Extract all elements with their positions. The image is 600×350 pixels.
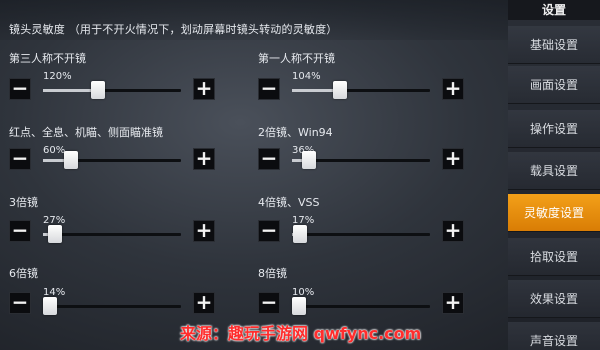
decrease-button-first-person[interactable]: −	[258, 78, 280, 100]
slider-4x-scope[interactable]	[292, 225, 430, 243]
sidebar-item-controls[interactable]: 操作设置	[508, 110, 600, 148]
minus-icon: −	[260, 76, 278, 100]
increase-button-2x-scope[interactable]: +	[442, 148, 464, 170]
minus-icon: −	[11, 146, 29, 170]
plus-icon: +	[195, 146, 213, 170]
sidebar-item-effects[interactable]: 效果设置	[508, 280, 600, 318]
sidebar-item-sensitivity[interactable]: 灵敏度设置	[508, 194, 600, 232]
plus-icon: +	[444, 218, 462, 242]
sidebar-header: 设置	[508, 0, 600, 20]
slider-handle[interactable]	[302, 151, 316, 169]
decrease-button-8x-scope[interactable]: −	[258, 292, 280, 314]
slider-label-first-person: 第一人称不开镜	[258, 52, 335, 65]
slider-8x-scope[interactable]	[292, 297, 430, 315]
plus-icon: +	[195, 290, 213, 314]
increase-button-third-person[interactable]: +	[193, 78, 215, 100]
source-watermark: 来源：趣玩手游网 qwfync.com	[180, 324, 422, 343]
slider-label-2x-scope: 2倍镜、Win94	[258, 126, 333, 139]
minus-icon: −	[260, 218, 278, 242]
slider-first-person[interactable]	[292, 81, 430, 99]
slider-handle[interactable]	[91, 81, 105, 99]
slider-value-third-person: 120%	[43, 71, 72, 82]
decrease-button-6x-scope[interactable]: −	[9, 292, 31, 314]
slider-red-dot[interactable]	[43, 151, 181, 169]
sidebar-item-pickup[interactable]: 拾取设置	[508, 238, 600, 276]
slider-handle[interactable]	[293, 225, 307, 243]
increase-button-first-person[interactable]: +	[442, 78, 464, 100]
slider-label-3x-scope: 3倍镜	[9, 196, 38, 209]
increase-button-8x-scope[interactable]: +	[442, 292, 464, 314]
slider-handle[interactable]	[43, 297, 57, 315]
increase-button-3x-scope[interactable]: +	[193, 220, 215, 242]
slider-value-red-dot: 60%	[43, 145, 66, 156]
decrease-button-4x-scope[interactable]: −	[258, 220, 280, 242]
decrease-button-3x-scope[interactable]: −	[9, 220, 31, 242]
slider-third-person[interactable]	[43, 81, 181, 99]
minus-icon: −	[11, 218, 29, 242]
increase-button-6x-scope[interactable]: +	[193, 292, 215, 314]
settings-sidebar: 设置 基础设置 画面设置 操作设置 载具设置 灵敏度设置 拾取设置 效果设置 声…	[508, 0, 600, 350]
increase-button-4x-scope[interactable]: +	[442, 220, 464, 242]
sidebar-item-vehicle[interactable]: 载具设置	[508, 152, 600, 190]
sidebar-item-graphics[interactable]: 画面设置	[508, 66, 600, 104]
decrease-button-2x-scope[interactable]: −	[258, 148, 280, 170]
sidebar-item-basic[interactable]: 基础设置	[508, 26, 600, 64]
sidebar-item-sound[interactable]: 声音设置	[508, 322, 600, 350]
plus-icon: +	[444, 146, 462, 170]
slider-handle[interactable]	[333, 81, 347, 99]
slider-3x-scope[interactable]	[43, 225, 181, 243]
minus-icon: −	[260, 146, 278, 170]
slider-2x-scope[interactable]	[292, 151, 430, 169]
plus-icon: +	[444, 290, 462, 314]
decrease-button-red-dot[interactable]: −	[9, 148, 31, 170]
slider-label-6x-scope: 6倍镜	[9, 267, 38, 280]
minus-icon: −	[11, 290, 29, 314]
increase-button-red-dot[interactable]: +	[193, 148, 215, 170]
plus-icon: +	[195, 218, 213, 242]
minus-icon: −	[11, 76, 29, 100]
slider-6x-scope[interactable]	[43, 297, 181, 315]
slider-label-4x-scope: 4倍镜、VSS	[258, 196, 320, 209]
minus-icon: −	[260, 290, 278, 314]
slider-value-first-person: 104%	[292, 71, 321, 82]
slider-handle[interactable]	[64, 151, 78, 169]
plus-icon: +	[195, 76, 213, 100]
section-title: 镜头灵敏度 （用于不开火情况下，划动屏幕时镜头转动的灵敏度）	[9, 23, 338, 36]
decrease-button-third-person[interactable]: −	[9, 78, 31, 100]
slider-fill	[43, 89, 98, 92]
plus-icon: +	[444, 76, 462, 100]
slider-label-red-dot: 红点、全息、机瞄、侧面瞄准镜	[9, 126, 163, 139]
slider-handle[interactable]	[292, 297, 306, 315]
slider-label-8x-scope: 8倍镜	[258, 267, 287, 280]
slider-handle[interactable]	[48, 225, 62, 243]
slider-label-third-person: 第三人称不开镜	[9, 52, 86, 65]
